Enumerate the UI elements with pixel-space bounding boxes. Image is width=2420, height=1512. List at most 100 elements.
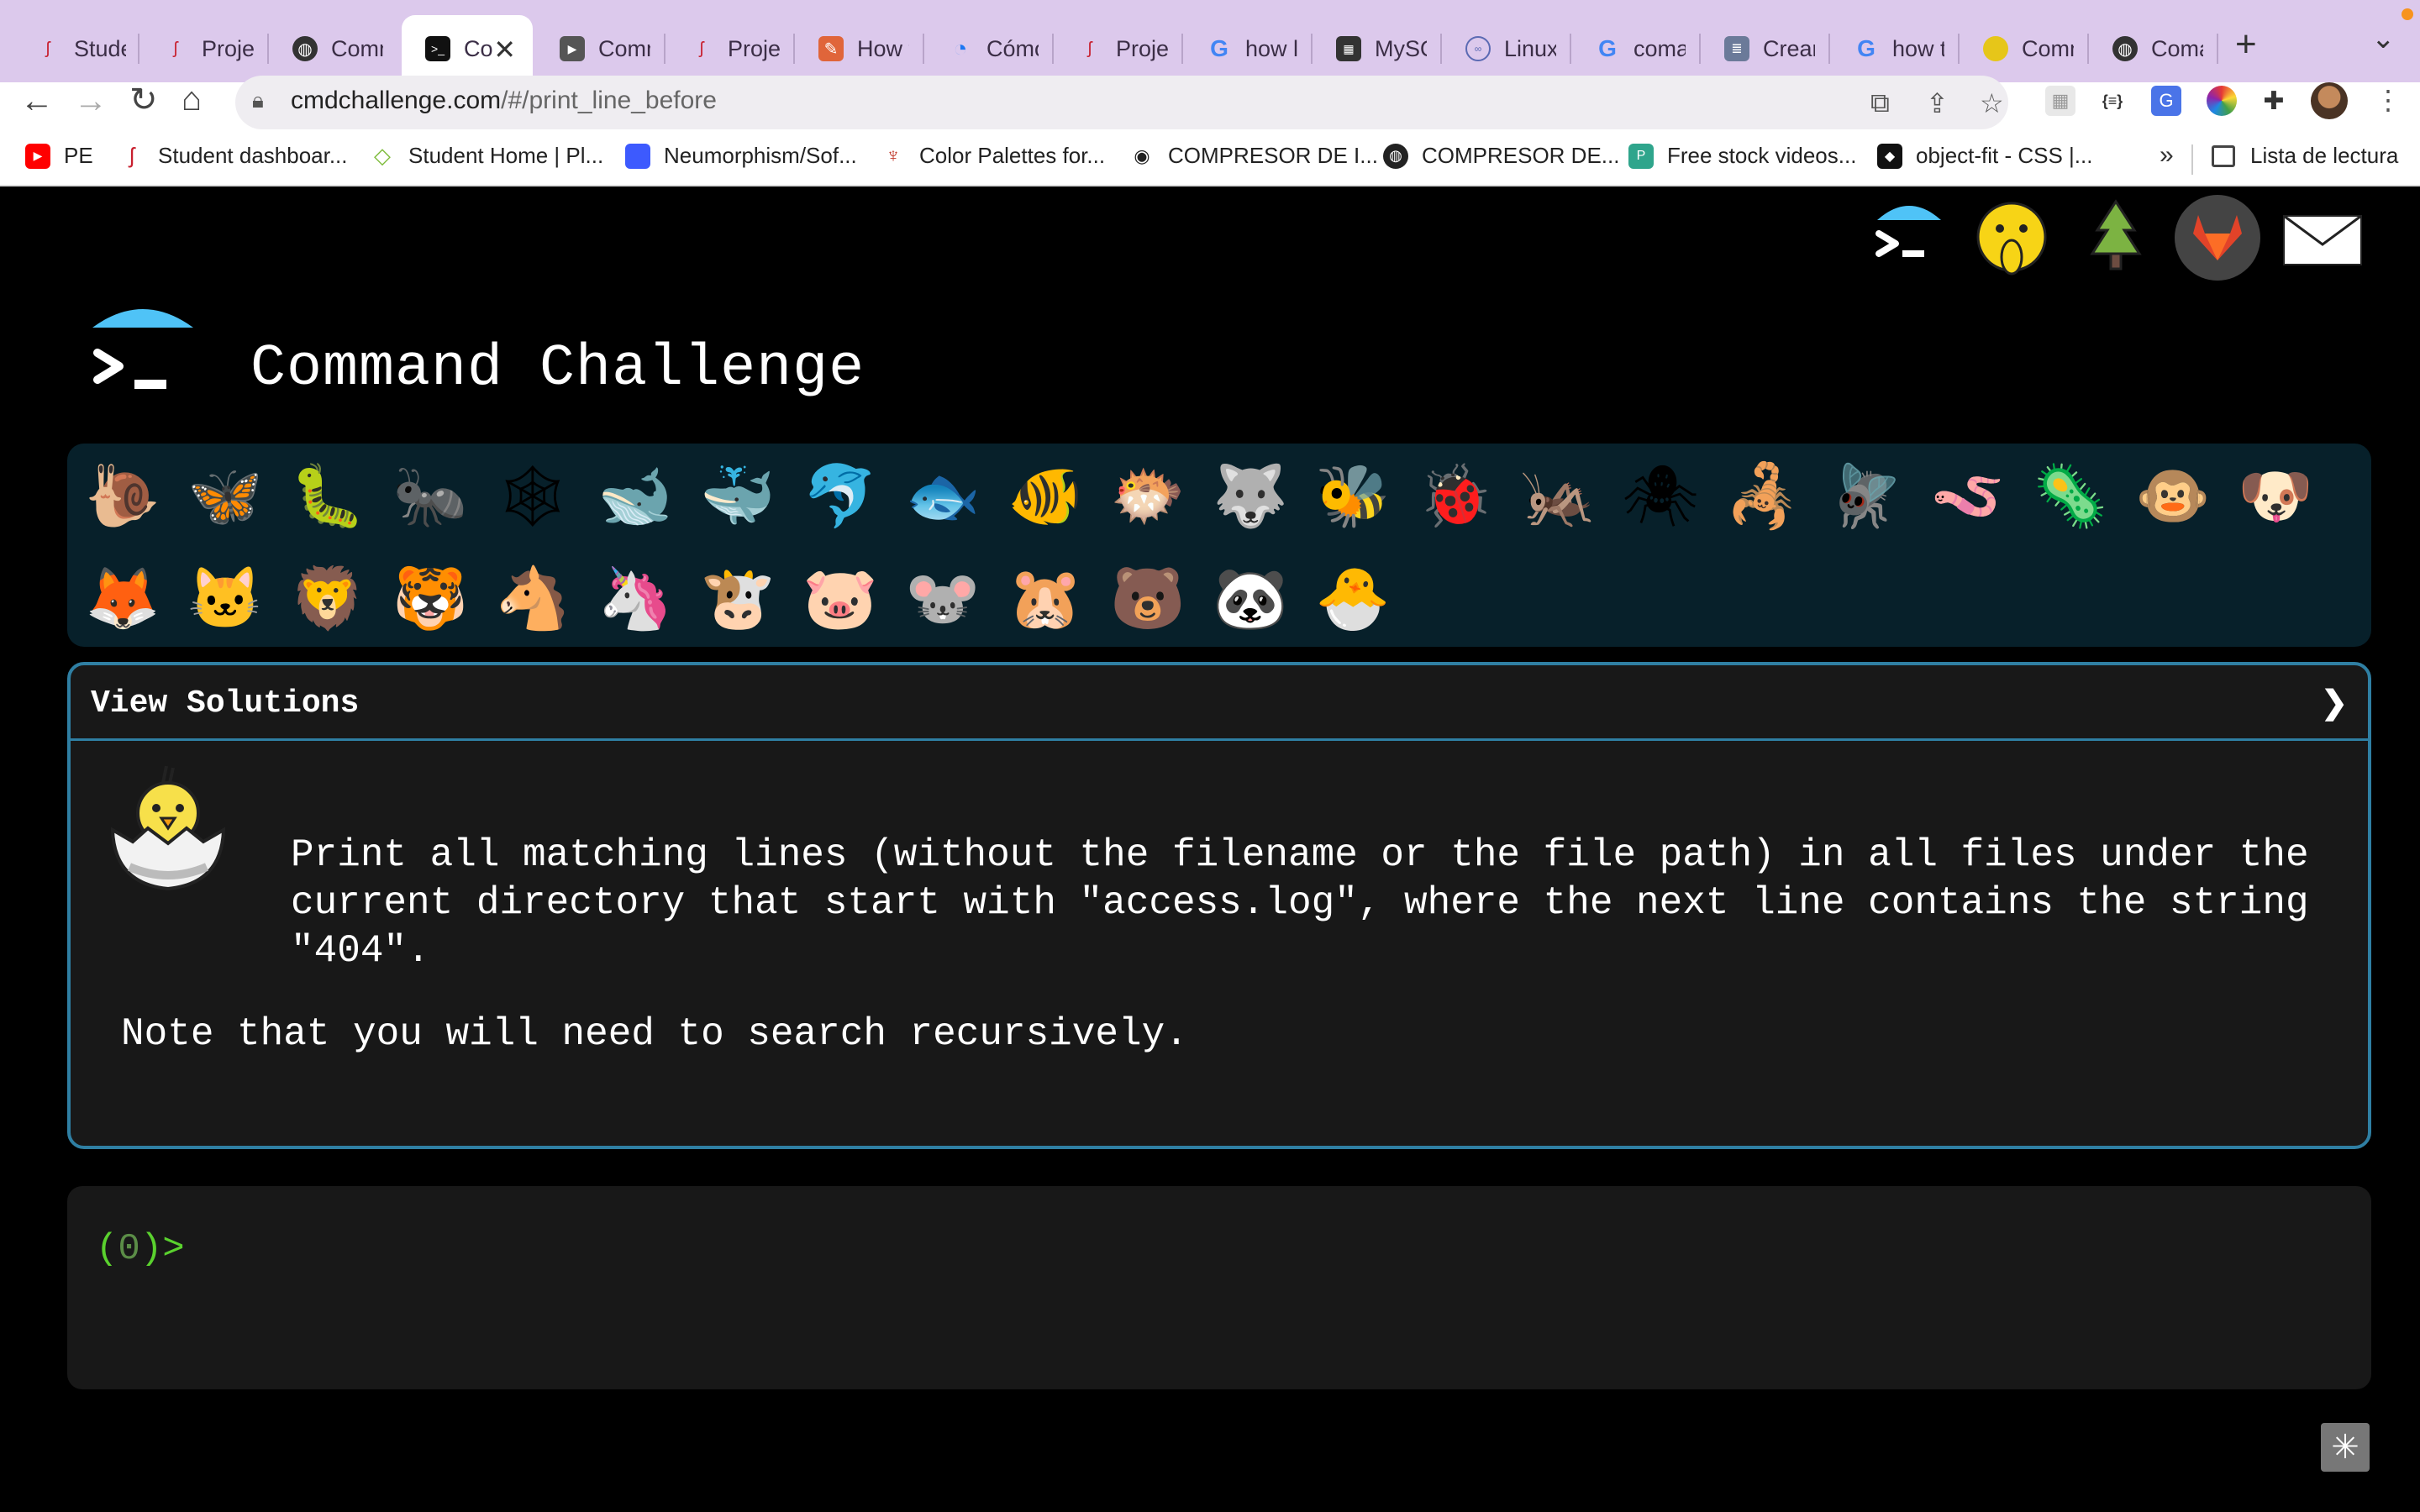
globe-icon: ◍ bbox=[2112, 36, 2138, 61]
mouse-face-icon[interactable]: 🐭 bbox=[901, 556, 985, 640]
bookmark-item[interactable]: ♆ Color Palettes for... bbox=[881, 143, 1105, 169]
new-tab-button[interactable]: + bbox=[2235, 24, 2257, 66]
christmas-tree-icon[interactable] bbox=[2074, 195, 2158, 279]
browser-tab-bar: ʃ Studen ʃ Projec ◍ Comm >_ Co ✕ ▶ Comm … bbox=[0, 0, 2420, 82]
unicorn-icon[interactable]: 🦄 bbox=[593, 556, 677, 640]
browser-tab[interactable]: ʃ Studen bbox=[12, 15, 139, 82]
browser-tab[interactable]: ʃ Projec bbox=[666, 15, 795, 82]
url-host: cmdchallenge.com bbox=[291, 87, 502, 114]
panda-icon[interactable]: 🐼 bbox=[1208, 556, 1292, 640]
color-picker-icon[interactable] bbox=[2207, 86, 2237, 116]
microbe-icon[interactable]: 🦠 bbox=[2028, 454, 2112, 538]
terminal-input-area[interactable]: (0)> bbox=[67, 1186, 2371, 1389]
pig-face-icon[interactable]: 🐷 bbox=[798, 556, 882, 640]
spouting-whale-icon[interactable]: 🐳 bbox=[696, 454, 780, 538]
url-text[interactable]: cmdchallenge.com/#/print_line_before bbox=[291, 87, 717, 115]
square-icon bbox=[625, 143, 650, 169]
youtube-icon: ▶ bbox=[25, 143, 50, 169]
reload-icon[interactable]: ↻ bbox=[129, 81, 158, 119]
gitlab-icon[interactable] bbox=[2175, 195, 2260, 281]
browser-tab[interactable]: ʃ Projec bbox=[139, 15, 269, 82]
caterpillar-icon[interactable]: 🐛 bbox=[286, 454, 370, 538]
terminal-logo-icon[interactable] bbox=[1867, 195, 1951, 279]
bear-icon[interactable]: 🐻 bbox=[1106, 556, 1190, 640]
mail-envelope-icon[interactable] bbox=[2281, 198, 2365, 282]
seahorse-icon: ʃ bbox=[1087, 39, 1092, 58]
tropical-fish-icon[interactable]: 🐠 bbox=[1003, 454, 1087, 538]
ant-icon[interactable]: 🐜 bbox=[388, 454, 472, 538]
fish-icon[interactable]: 🐟 bbox=[901, 454, 985, 538]
cow-face-icon[interactable]: 🐮 bbox=[696, 556, 780, 640]
menu-kebab-icon[interactable]: ⋮ bbox=[2375, 84, 2402, 116]
tab-search-chevron-icon[interactable]: ⌄ bbox=[2371, 22, 2396, 55]
bookmark-item[interactable]: ◆ object-fit - CSS |... bbox=[1877, 143, 2092, 169]
gitlab-svg bbox=[2193, 215, 2242, 260]
shushing-face-icon[interactable] bbox=[1970, 198, 2054, 282]
bookmark-item[interactable]: ◇ Student Home | Pl... bbox=[370, 143, 603, 169]
bookmark-star-icon[interactable]: ☆ bbox=[1980, 87, 2004, 119]
cricket-icon[interactable]: 🦗 bbox=[1516, 454, 1600, 538]
wolf-icon[interactable]: 🐺 bbox=[1208, 454, 1292, 538]
browser-tab[interactable]: ʃ Projec bbox=[1054, 15, 1183, 82]
snail-icon[interactable]: 🐌 bbox=[81, 454, 165, 538]
worm-icon[interactable]: 🪱 bbox=[1926, 454, 2010, 538]
close-tab-icon[interactable]: ✕ bbox=[493, 34, 516, 66]
hatching-chick-icon[interactable]: 🐣 bbox=[1311, 556, 1395, 640]
bookmark-item[interactable]: P Free stock videos... bbox=[1628, 143, 1856, 169]
browser-tab[interactable]: ∞ Linux - bbox=[1442, 15, 1571, 82]
bookmark-item[interactable]: Neumorphism/Sof... bbox=[625, 143, 857, 169]
monkey-face-icon[interactable]: 🐵 bbox=[2131, 454, 2215, 538]
view-solutions-toggle[interactable]: View Solutions ❯ bbox=[71, 665, 2368, 741]
lion-icon[interactable]: 🦁 bbox=[286, 556, 370, 640]
browser-tab[interactable]: G how to bbox=[1830, 15, 1960, 82]
fly-icon[interactable]: 🪰 bbox=[1823, 454, 1907, 538]
sparkle-corner-icon[interactable]: ✳ bbox=[2321, 1423, 2370, 1472]
bee-icon[interactable]: 🐝 bbox=[1311, 454, 1395, 538]
blowfish-icon[interactable]: 🐡 bbox=[1106, 454, 1190, 538]
tiger-face-icon[interactable]: 🐯 bbox=[388, 556, 472, 640]
browser-tab[interactable]: ▦ MySQL bbox=[1313, 15, 1442, 82]
whale-icon[interactable]: 🐋 bbox=[593, 454, 677, 538]
extension-grid-icon[interactable]: ▦ bbox=[2045, 86, 2075, 116]
dolphin-icon[interactable]: 🐬 bbox=[798, 454, 882, 538]
browser-tab[interactable]: ✎ How to bbox=[795, 15, 924, 82]
spider-icon[interactable]: 🕷 bbox=[1618, 454, 1702, 538]
browser-tab[interactable]: G coman bbox=[1571, 15, 1701, 82]
browser-tab[interactable]: G how lis bbox=[1183, 15, 1313, 82]
share-icon[interactable]: ⇪ bbox=[1926, 87, 1949, 119]
dog-face-icon[interactable]: 🐶 bbox=[2233, 454, 2317, 538]
bookmark-item[interactable]: ◍ COMPRESOR DE... bbox=[1383, 143, 1619, 169]
bookmark-item[interactable]: ʃ Student dashboar... bbox=[119, 143, 347, 169]
json-extension-icon[interactable]: {≡} bbox=[2097, 86, 2128, 116]
spider-web-icon[interactable]: 🕸 bbox=[491, 454, 575, 538]
browser-tab[interactable]: ◍ Comm bbox=[269, 15, 398, 82]
browser-tab[interactable]: ◍ Comar bbox=[2089, 15, 2218, 82]
browser-tab[interactable]: Comm bbox=[1960, 15, 2089, 82]
cat-face-icon[interactable]: 🐱 bbox=[183, 556, 267, 640]
bookmarks-overflow-button[interactable]: » bbox=[2160, 141, 2174, 170]
bookmark-item[interactable]: ▶ PE bbox=[25, 143, 93, 169]
horse-face-icon[interactable]: 🐴 bbox=[491, 556, 575, 640]
back-arrow-icon[interactable]: ← bbox=[20, 82, 54, 120]
scorpion-icon[interactable]: 🦂 bbox=[1721, 454, 1805, 538]
forward-arrow-icon[interactable]: → bbox=[74, 82, 108, 120]
home-icon[interactable]: ⌂ bbox=[182, 81, 202, 118]
bookmark-item[interactable]: ◉ COMPRESOR DE I... bbox=[1129, 143, 1378, 169]
translate-icon[interactable]: ⧉ bbox=[1870, 87, 1890, 119]
browser-tab[interactable]: ▶ Comm bbox=[536, 15, 666, 82]
hamster-icon[interactable]: 🐹 bbox=[1003, 556, 1087, 640]
exit-code: 0 bbox=[118, 1228, 140, 1270]
google-translate-icon[interactable]: G bbox=[2151, 86, 2181, 116]
fox-icon[interactable]: 🦊 bbox=[81, 556, 165, 640]
butterfly-icon[interactable]: 🦋 bbox=[183, 454, 267, 538]
ladybug-icon[interactable]: 🐞 bbox=[1413, 454, 1497, 538]
profile-avatar[interactable] bbox=[2311, 82, 2348, 119]
challenge-panel: View Solutions ❯ Print all matching line… bbox=[67, 662, 2371, 1149]
lock-icon[interactable]: 🔒︎ bbox=[252, 87, 264, 114]
browser-tab-active[interactable]: >_ Co ✕ bbox=[402, 15, 533, 82]
puzzle-extensions-icon[interactable]: ✚ bbox=[2259, 86, 2289, 116]
browser-tab[interactable]: ◔ Cómo bbox=[924, 15, 1054, 82]
reading-list-button[interactable]: Lista de lectura bbox=[2212, 143, 2398, 169]
browser-tab[interactable]: ≣ Crear c bbox=[1701, 15, 1830, 82]
challenge-level-strip: 🐌 🦋 🐛 🐜 🕸 🐋 🐳 🐬 🐟 🐠 🐡 🐺 🐝 🐞 🦗 🕷 🦂 🪰 🪱 🦠 … bbox=[67, 444, 2371, 647]
